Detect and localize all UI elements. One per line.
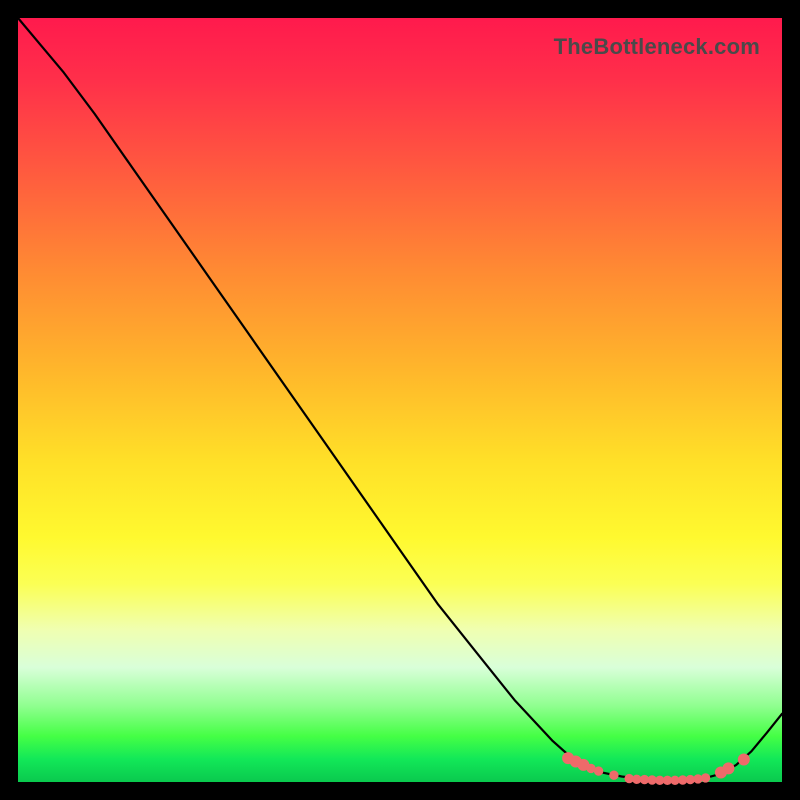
curve-marker bbox=[648, 776, 656, 784]
chart-frame: TheBottleneck.com bbox=[0, 0, 800, 800]
plot-area: TheBottleneck.com bbox=[18, 18, 782, 782]
curve-marker bbox=[671, 776, 679, 784]
curve-marker bbox=[701, 774, 709, 782]
curve-marker bbox=[625, 774, 633, 782]
curve-marker bbox=[686, 775, 694, 783]
curve-marker bbox=[738, 754, 749, 765]
curve-marker bbox=[633, 775, 641, 783]
curve-markers bbox=[563, 753, 750, 785]
chart-svg bbox=[18, 18, 782, 782]
curve-marker bbox=[610, 771, 618, 779]
curve-marker bbox=[694, 775, 702, 783]
curve-marker bbox=[723, 763, 734, 774]
curve-marker bbox=[594, 767, 602, 775]
bottleneck-curve bbox=[18, 18, 782, 781]
